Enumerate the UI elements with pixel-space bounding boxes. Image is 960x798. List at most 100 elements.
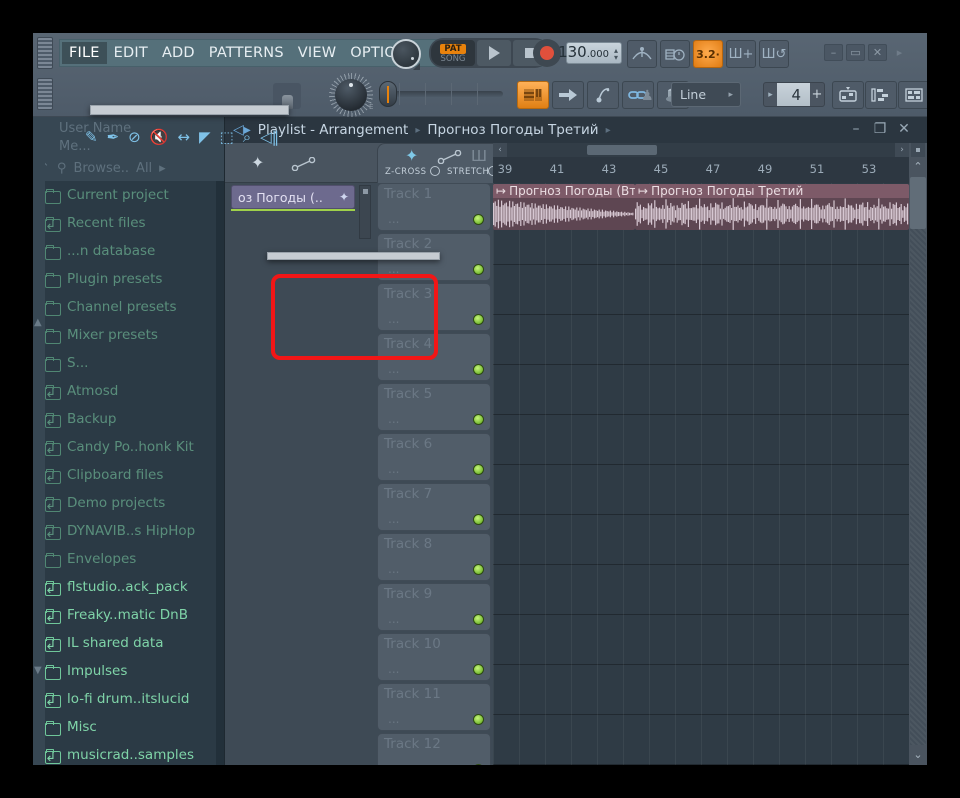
paint-tool-icon[interactable]: ✒: [107, 130, 120, 145]
track-header[interactable]: Track 3...: [377, 283, 491, 331]
slip-tool-icon[interactable]: ↔: [177, 130, 190, 145]
browser-item-12[interactable]: ↲DYNAVIB..s HipHop: [33, 517, 225, 545]
playlist-restore-button[interactable]: ❐: [871, 121, 889, 137]
playlist-breadcrumb-arrangement[interactable]: Прогноз Погоды Третий: [427, 122, 598, 138]
chevron-right-icon[interactable]: ▸: [159, 161, 166, 176]
track-enable-led[interactable]: [473, 714, 484, 725]
toolbar-grip-2[interactable]: [37, 78, 53, 110]
track-name[interactable]: Track 12: [384, 736, 441, 752]
record-button[interactable]: [533, 39, 561, 67]
browser-item-18[interactable]: ↲lo-fi drum..itslucid: [33, 685, 225, 713]
clip-source-grip[interactable]: [359, 185, 371, 239]
browser-item-1[interactable]: ↲Recent files: [33, 209, 225, 237]
playback-tool-icon[interactable]: ◁‖: [260, 130, 279, 145]
browser-item-14[interactable]: ↲flstudio..ack_pack: [33, 573, 225, 601]
menu-file[interactable]: FILE: [62, 42, 107, 64]
track-name[interactable]: Track 8: [384, 536, 432, 552]
playlist-close-button[interactable]: ✕: [895, 121, 913, 137]
tab-keyboard-icon[interactable]: Ш: [471, 147, 487, 165]
browser-item-13[interactable]: Envelopes: [33, 545, 225, 573]
playlist-vscroll-track[interactable]: [910, 229, 926, 745]
browser-item-6[interactable]: S...: [33, 349, 225, 377]
track-name[interactable]: Track 2: [384, 236, 432, 252]
typing-keyboard-button[interactable]: Ш+: [726, 40, 756, 68]
pattern-song-toggle[interactable]: PAT SONG: [431, 40, 475, 66]
snap-select[interactable]: Line ▸: [671, 82, 741, 107]
menu-add[interactable]: ADD: [155, 42, 202, 64]
step-forward-button[interactable]: [552, 81, 584, 109]
playlist-grid[interactable]: ↦Прогноз Погоды (Второй↦Прогноз Погоды Т…: [493, 183, 909, 765]
track-name[interactable]: Track 1: [384, 186, 432, 202]
menu-edit[interactable]: EDIT: [107, 42, 155, 64]
slice-tool-icon[interactable]: ◤: [199, 130, 211, 145]
slide-button[interactable]: [587, 81, 619, 109]
browser-item-5[interactable]: Mixer presets: [33, 321, 225, 349]
wrap-button[interactable]: Ш↺: [759, 40, 789, 68]
clip-label[interactable]: ↦Прогноз Погоды Третий: [635, 184, 909, 198]
track-enable-led[interactable]: [473, 514, 484, 525]
playlist-scroll-up-icon[interactable]: ⌃: [909, 157, 927, 177]
delete-tool-icon[interactable]: ⊘: [128, 130, 141, 145]
search-icon[interactable]: ⚲: [57, 161, 67, 176]
track-enable-led[interactable]: [473, 264, 484, 275]
mute-tool-icon[interactable]: 🔇: [150, 130, 169, 145]
browser-item-20[interactable]: ↲musicrad..samples: [33, 741, 225, 765]
menu-patterns[interactable]: PATTERNS: [202, 42, 291, 64]
track-header[interactable]: Track 12...: [377, 733, 491, 765]
track-header[interactable]: Track 7...: [377, 483, 491, 531]
timeline-scroll-thumb[interactable]: [587, 145, 657, 155]
export-submenu[interactable]: [267, 252, 440, 260]
track-name[interactable]: Track 4: [384, 336, 432, 352]
song-mode-label[interactable]: SONG: [440, 54, 465, 64]
playlist-clip[interactable]: ↦Прогноз Погоды Третий: [635, 184, 909, 230]
pitch-button[interactable]: [627, 40, 657, 68]
browser-item-9[interactable]: ↲Candy Po..honk Kit: [33, 433, 225, 461]
browser-filter-label[interactable]: All: [136, 161, 152, 176]
browser-item-17[interactable]: Impulses: [33, 657, 225, 685]
expand-arrow-icon[interactable]: ▸: [890, 44, 909, 61]
browser-scrollbar[interactable]: [216, 181, 225, 765]
track-header[interactable]: Track 6...: [377, 433, 491, 481]
pattern-selector-button[interactable]: [517, 81, 549, 109]
track-header-column[interactable]: Track 1...Track 2...Track 3...Track 4...…: [377, 183, 491, 765]
timeline-scroll-right-icon[interactable]: ›: [895, 143, 909, 157]
track-enable-led[interactable]: [473, 664, 484, 675]
playlist-clip[interactable]: ↦Прогноз Погоды (Второй: [493, 184, 635, 230]
pattern-number-value[interactable]: 4: [777, 83, 810, 106]
track-name[interactable]: Track 5: [384, 386, 432, 402]
pattern-number-field[interactable]: ▸ 4 +: [763, 82, 825, 107]
track-enable-led[interactable]: [473, 314, 484, 325]
track-name[interactable]: Track 7: [384, 486, 432, 502]
browser-item-16[interactable]: ↲IL shared data: [33, 629, 225, 657]
timeline-ruler[interactable]: 3941434547495153: [493, 157, 909, 183]
browser-nav[interactable]: ↑ ⚲ Browse.. All ▸: [39, 157, 221, 179]
playlist-scroll-down-icon[interactable]: ⌄: [909, 745, 927, 765]
pattern-add-button[interactable]: +: [810, 87, 824, 102]
automation-icon[interactable]: [291, 157, 317, 171]
browser-search-input[interactable]: Browse..: [73, 161, 129, 176]
track-enable-led[interactable]: [473, 364, 484, 375]
browser-item-10[interactable]: ↲Clipboard files: [33, 461, 225, 489]
track-enable-led[interactable]: [473, 464, 484, 475]
clip-source-chip[interactable]: оз Погоды (.. ✦: [231, 185, 355, 209]
wave-icon[interactable]: ✦: [251, 153, 264, 172]
browser-item-7[interactable]: ↲Atmosd: [33, 377, 225, 405]
clip-label[interactable]: ↦Прогноз Погоды (Второй: [493, 184, 635, 198]
piano-roll-button[interactable]: [865, 81, 897, 109]
browser-item-4[interactable]: Channel presets: [33, 293, 225, 321]
file-menu[interactable]: [90, 105, 289, 115]
play-button[interactable]: [477, 40, 511, 66]
draw-tool-icon[interactable]: ✎: [85, 130, 98, 145]
browser-item-19[interactable]: Misc: [33, 713, 225, 741]
track-header[interactable]: Track 10...: [377, 633, 491, 681]
track-header[interactable]: Track 8...: [377, 533, 491, 581]
playlist-titlebar[interactable]: ◁▸ Playlist - Arrangement ▸ Прогноз Пого…: [225, 117, 927, 143]
browser-item-2[interactable]: ...n database: [33, 237, 225, 265]
menu-view[interactable]: VIEW: [291, 42, 344, 64]
track-name[interactable]: Track 10: [384, 636, 441, 652]
multilink-button[interactable]: 3.2·: [693, 40, 723, 68]
breadcrumb-caret-icon[interactable]: ▸: [606, 125, 611, 136]
track-name[interactable]: Track 6: [384, 436, 432, 452]
track-name[interactable]: Track 11: [384, 686, 441, 702]
browser-item-8[interactable]: ↲Backup: [33, 405, 225, 433]
